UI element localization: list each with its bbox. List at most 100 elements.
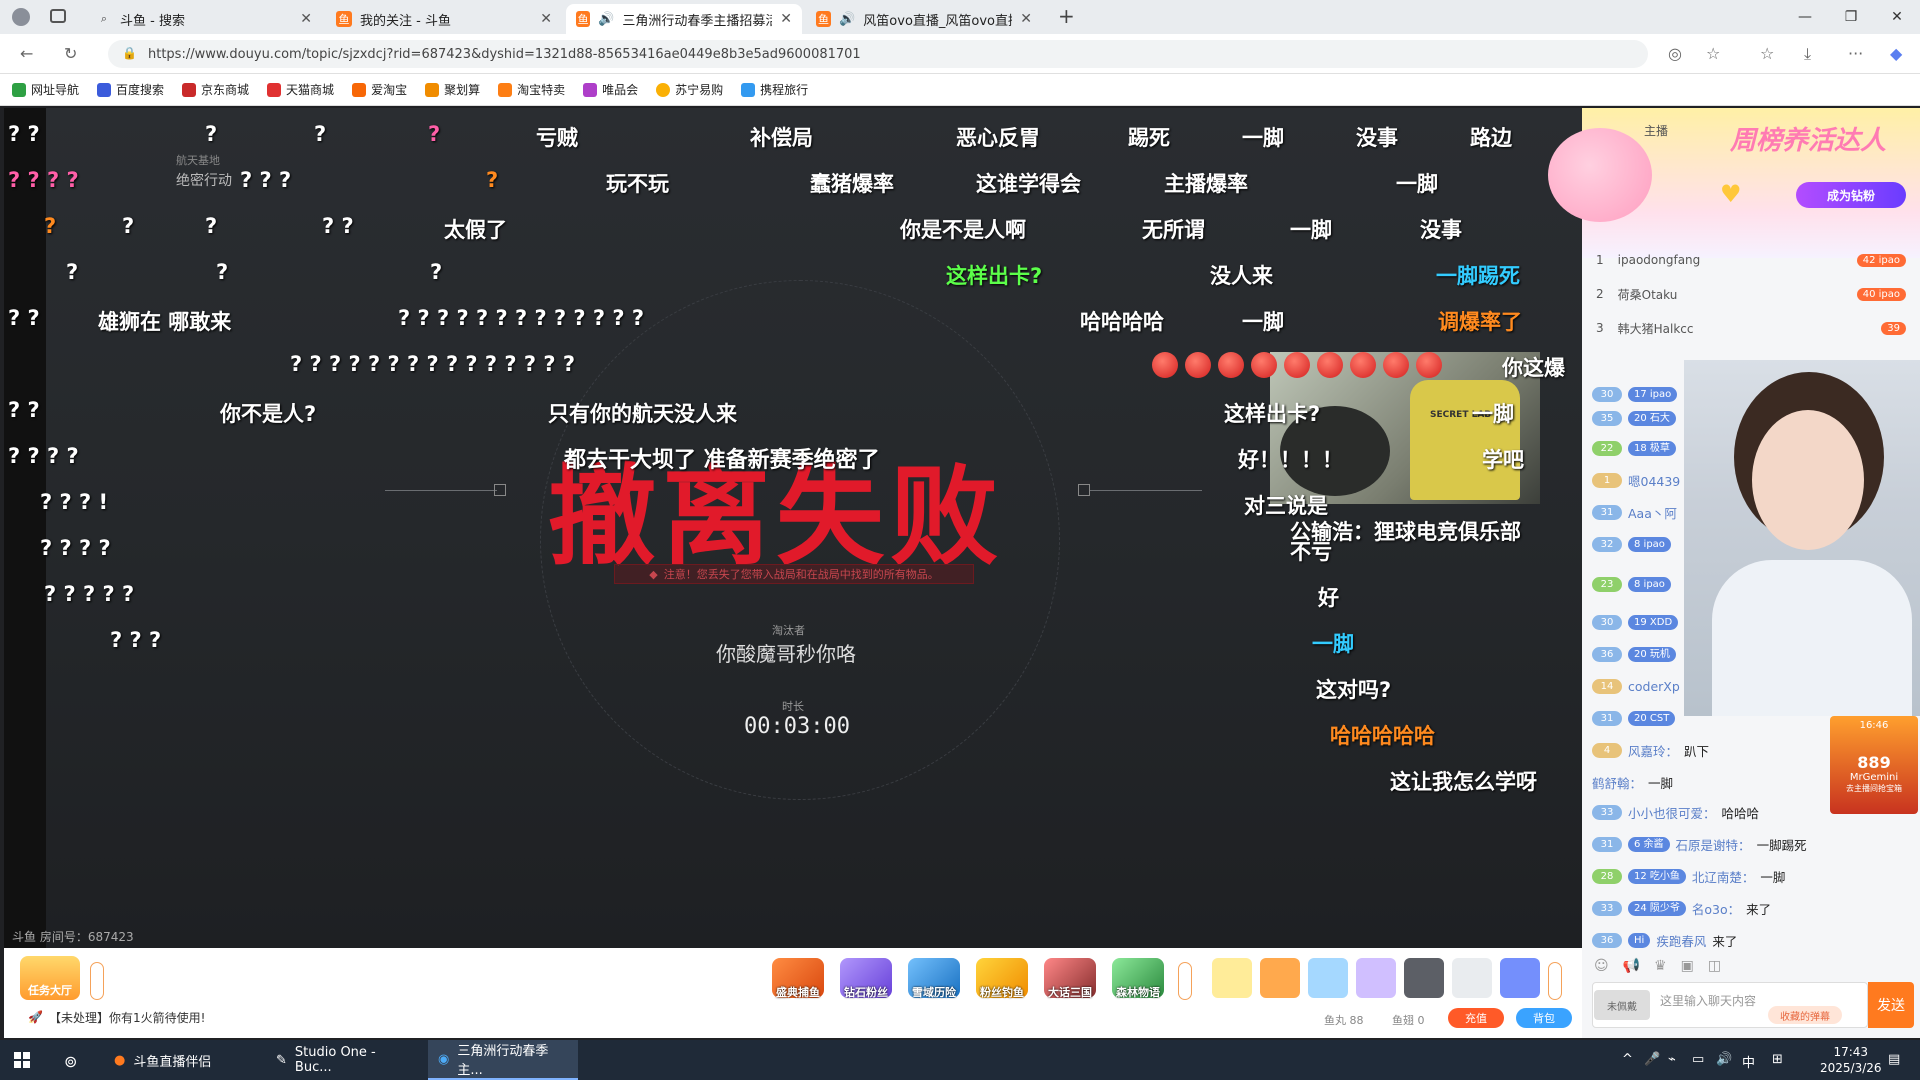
bookmark-nav[interactable]: 网址导航 bbox=[12, 81, 79, 98]
chat-message[interactable]: 22 18 极草 bbox=[1592, 436, 1676, 460]
copilot-icon[interactable]: ◆ bbox=[1890, 44, 1902, 63]
chat-username[interactable]: 石原是谢特： bbox=[1676, 835, 1751, 854]
bookmark-juhuasuan[interactable]: 聚划算 bbox=[425, 81, 480, 98]
horn-icon[interactable]: 📢 bbox=[1623, 958, 1640, 974]
network-icon[interactable]: ⌁ bbox=[1668, 1052, 1676, 1067]
chat-username[interactable]: 嗯04439 bbox=[1628, 471, 1680, 490]
gift-crystal-icon[interactable] bbox=[1356, 958, 1396, 998]
url-input[interactable]: 🔒 https://www.douyu.com/topic/sjzxdcj?ri… bbox=[108, 40, 1648, 68]
chat-username[interactable]: 鹤舒翰： bbox=[1592, 773, 1642, 792]
chat-username[interactable]: coderXp bbox=[1628, 679, 1680, 694]
tab-search[interactable]: ⌕ 斗鱼 - 搜索 ✕ bbox=[86, 4, 322, 34]
tray-expand-icon[interactable]: ^ bbox=[1622, 1052, 1633, 1067]
refresh-icon[interactable]: ↻ bbox=[64, 44, 77, 63]
close-window-icon[interactable]: ✕ bbox=[1874, 0, 1920, 34]
chat-message[interactable]: 35 20 石大 bbox=[1592, 406, 1676, 430]
rocket-notice[interactable]: 🚀 【未处理】你有1火箭待使用! bbox=[28, 1006, 288, 1028]
collected-danmaku-button[interactable]: 收藏的弹幕 bbox=[1768, 1006, 1842, 1024]
ime-indicator[interactable]: 中 bbox=[1742, 1052, 1755, 1071]
taskbar-app-studio-one[interactable]: ✎ Studio One - Buc... bbox=[266, 1040, 416, 1080]
gift-helmet-icon[interactable] bbox=[1404, 958, 1444, 998]
bookmark-ctrip[interactable]: 携程旅行 bbox=[741, 81, 808, 98]
tab-event[interactable]: 鱼 🔊 三角洲行动春季主播招募活动 ✕ bbox=[566, 4, 802, 34]
rank-row[interactable]: 3 韩大猪Halkcc 39 bbox=[1596, 314, 1906, 342]
chat-message[interactable]: 30 19 XDD bbox=[1592, 610, 1679, 634]
restore-icon[interactable]: ❐ bbox=[1828, 0, 1874, 34]
bookmark-vip[interactable]: 唯品会 bbox=[583, 81, 638, 98]
expand-handle[interactable] bbox=[1178, 962, 1192, 1000]
system-clock[interactable]: 17:43 2025/3/26 bbox=[1820, 1044, 1882, 1076]
close-icon[interactable]: ✕ bbox=[300, 11, 312, 27]
speaker-icon[interactable]: 🔊 bbox=[839, 12, 855, 27]
minimize-icon[interactable]: — bbox=[1782, 0, 1828, 34]
close-icon[interactable]: ✕ bbox=[1020, 11, 1032, 27]
back-icon[interactable]: ← bbox=[20, 44, 33, 63]
chat-username[interactable]: 疾跑春风 bbox=[1656, 931, 1706, 950]
rank-row[interactable]: 2 荷桑Otaku 40 ipao bbox=[1596, 280, 1906, 308]
gift-island-icon[interactable] bbox=[1308, 958, 1348, 998]
task-hall-button[interactable]: 任务大厅 bbox=[20, 956, 80, 1000]
chat-message[interactable]: 33 24 陨少爷 名o3o： 来了 bbox=[1592, 896, 1771, 920]
emoji-icon[interactable]: ☺ bbox=[1594, 958, 1609, 974]
screenshot-icon[interactable]: ▣ bbox=[1681, 958, 1694, 974]
chat-message[interactable]: 36 Hi 疾跑春风 来了 bbox=[1592, 928, 1737, 952]
bookmark-aitaobao[interactable]: 爱淘宝 bbox=[352, 81, 407, 98]
chat-message[interactable]: 31 20 CST bbox=[1592, 706, 1676, 730]
read-aloud-icon[interactable]: ◎ bbox=[1668, 44, 1682, 63]
notification-icon[interactable]: ▤ bbox=[1888, 1052, 1900, 1067]
expand-handle[interactable] bbox=[90, 962, 104, 1000]
expand-handle[interactable] bbox=[1548, 962, 1562, 1000]
taskbar-app-edge[interactable]: ◉ 三角洲行动春季主... bbox=[428, 1040, 578, 1080]
rank-row[interactable]: 1 ipaodongfang 42 ipao bbox=[1596, 246, 1906, 274]
display-icon[interactable]: ▭ bbox=[1692, 1052, 1704, 1067]
chat-username[interactable]: 名o3o： bbox=[1692, 899, 1740, 918]
chat-message[interactable]: 14 coderXp bbox=[1592, 674, 1680, 698]
chat-message[interactable]: 31 6 余酱 石原是谢特： 一脚踢死 bbox=[1592, 832, 1807, 856]
gift-fish-icon[interactable] bbox=[1212, 958, 1252, 998]
gift-card[interactable]: 16:46 889 MrGemini 去主播间抢宝箱 bbox=[1830, 716, 1918, 814]
keyboard-icon[interactable]: ⊞ bbox=[1772, 1052, 1783, 1067]
charge-button[interactable]: 充值 bbox=[1448, 1008, 1504, 1028]
chat-message[interactable]: 32 8 ipao bbox=[1592, 532, 1671, 556]
send-button[interactable]: 发送 bbox=[1868, 982, 1914, 1028]
workspaces-icon[interactable] bbox=[50, 9, 66, 23]
chat-message[interactable]: 30 17 ipao bbox=[1592, 382, 1678, 406]
more-icon[interactable]: ··· bbox=[1848, 44, 1863, 63]
chat-message[interactable]: 28 12 吃小鱼 北辽南楚： 一脚 bbox=[1592, 864, 1785, 888]
become-diamond-fan-button[interactable]: 成为钻粉 bbox=[1796, 182, 1906, 208]
profile-avatar[interactable] bbox=[12, 8, 30, 26]
chat-username[interactable]: 北辽南楚： bbox=[1692, 867, 1755, 886]
chat-message[interactable]: 33 小小也很可爱： 哈哈哈 bbox=[1592, 800, 1759, 824]
gift-dragon-icon[interactable] bbox=[1260, 958, 1300, 998]
chat-message[interactable]: 4 风嘉玲： 趴下 bbox=[1592, 738, 1709, 762]
close-icon[interactable]: ✕ bbox=[780, 11, 792, 27]
windows-start-icon[interactable] bbox=[14, 1052, 30, 1068]
chat-message[interactable]: 31 Aaa丶阿 bbox=[1592, 500, 1677, 524]
chat-message[interactable]: 鹤舒翰： 一脚 bbox=[1592, 770, 1673, 794]
chat-mode-icon[interactable]: ◫ bbox=[1708, 958, 1721, 974]
bag-button[interactable]: 背包 bbox=[1516, 1008, 1572, 1028]
fan-badge-status[interactable]: 未佩戴 bbox=[1594, 990, 1650, 1020]
bookmark-taobao-sale[interactable]: 淘宝特卖 bbox=[498, 81, 565, 98]
favorites-icon[interactable]: ☆ bbox=[1760, 44, 1774, 63]
crown-icon[interactable]: ♛ bbox=[1654, 958, 1667, 974]
mic-icon[interactable]: 🎤 bbox=[1644, 1052, 1660, 1067]
steam-icon[interactable]: ⊚ bbox=[64, 1052, 77, 1071]
tab-follow[interactable]: 鱼 我的关注 - 斗鱼 ✕ bbox=[326, 4, 562, 34]
chat-message[interactable]: 36 20 玩机 bbox=[1592, 642, 1676, 666]
close-icon[interactable]: ✕ bbox=[540, 11, 552, 27]
chat-username[interactable]: 小小也很可爱： bbox=[1628, 803, 1716, 822]
bookmark-baidu[interactable]: 百度搜索 bbox=[97, 81, 164, 98]
tab-live[interactable]: 鱼 🔊 风笛ovo直播_风笛ovo直播 ✕ bbox=[806, 4, 1042, 34]
bookmark-suning[interactable]: 苏宁易购 bbox=[656, 81, 723, 98]
gift-galaxy-icon[interactable] bbox=[1500, 958, 1540, 998]
gift-angel-icon[interactable] bbox=[1452, 958, 1492, 998]
chat-username[interactable]: 风嘉玲： bbox=[1628, 741, 1678, 760]
lock-icon[interactable]: 🔒 bbox=[122, 46, 137, 60]
favorite-star-icon[interactable]: ☆ bbox=[1706, 44, 1720, 63]
chat-username[interactable]: Aaa丶阿 bbox=[1628, 503, 1677, 522]
chat-message[interactable]: 1 嗯04439 bbox=[1592, 468, 1680, 492]
taskbar-app-douyu[interactable]: ● 斗鱼直播伴侣 bbox=[104, 1040, 254, 1080]
chat-message[interactable]: 23 8 ipao bbox=[1592, 572, 1671, 596]
bookmark-jd[interactable]: 京东商城 bbox=[182, 81, 249, 98]
